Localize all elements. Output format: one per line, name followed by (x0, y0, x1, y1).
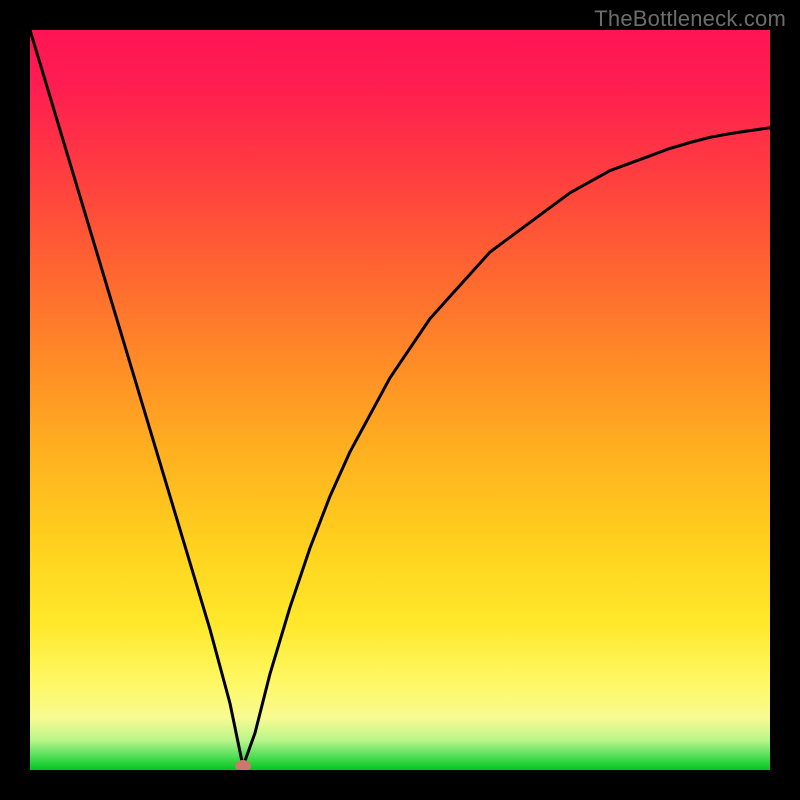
plot-area (30, 30, 770, 770)
watermark-text: TheBottleneck.com (594, 6, 786, 32)
bottleneck-curve (30, 30, 770, 770)
minimum-marker (235, 760, 251, 770)
chart-frame: TheBottleneck.com (0, 0, 800, 800)
